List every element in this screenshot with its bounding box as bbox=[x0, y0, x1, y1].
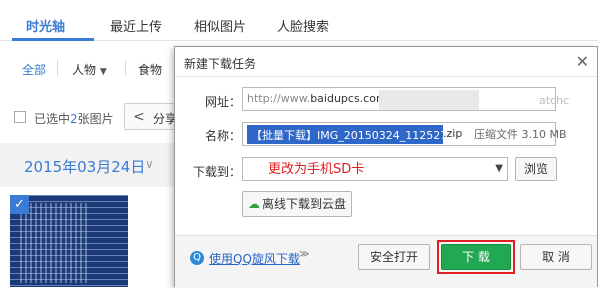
dialog-header: 新建下载任务 ✕ bbox=[175, 47, 597, 77]
chevron-down-icon[interactable]: ▼ bbox=[495, 163, 503, 174]
cloud-icon: ☁ bbox=[247, 197, 260, 211]
tab-face-search[interactable]: 人脸搜索 bbox=[277, 16, 329, 35]
url-prefix: http://www. bbox=[247, 92, 311, 105]
url-label: 网址： bbox=[205, 95, 242, 109]
url-tail: atchc bbox=[539, 94, 570, 107]
url-redacted-area bbox=[379, 90, 479, 110]
chevron-down-icon: ▼ bbox=[99, 67, 107, 77]
filter-separator bbox=[57, 60, 58, 76]
safe-open-button[interactable]: 安全打开 bbox=[358, 244, 430, 270]
date-group-title: 2015年03月24日 bbox=[24, 158, 146, 176]
selection-prefix: 已选中 bbox=[34, 112, 71, 126]
qq-download-link[interactable]: 使用QQ旋风下载 bbox=[209, 250, 300, 267]
chevron-down-icon[interactable]: ≫ bbox=[299, 249, 309, 260]
path-annotation: 更改为手机SD卡 bbox=[268, 162, 365, 177]
check-icon[interactable]: ✓ bbox=[10, 195, 29, 214]
cloud-button-label: 离线下载到云盘 bbox=[261, 197, 346, 211]
filter-separator bbox=[125, 60, 126, 76]
select-all-checkbox[interactable] bbox=[14, 111, 26, 123]
name-value: 【批量下载】IMG_20150324_112527等 bbox=[251, 129, 459, 142]
cancel-button[interactable]: 取 消 bbox=[520, 244, 592, 270]
selection-count: 2 bbox=[70, 112, 78, 126]
selection-suffix: 张图片 bbox=[77, 112, 114, 126]
name-extension: .zip bbox=[443, 127, 463, 140]
tab-timeline[interactable]: 时光轴 bbox=[26, 16, 65, 35]
download-dialog: 新建下载任务 ✕ 网址： http://www.baidupcs.com atc… bbox=[174, 46, 598, 288]
path-label: 下载到： bbox=[193, 165, 242, 179]
thumbnail-texture bbox=[20, 203, 90, 283]
selection-status: 已选中2张图片 bbox=[34, 110, 114, 127]
download-button[interactable]: 下 载 bbox=[441, 244, 511, 270]
share-icon: < bbox=[133, 109, 145, 125]
url-domain: baidupcs.com bbox=[310, 92, 387, 105]
name-label: 名称： bbox=[205, 129, 242, 143]
chevron-down-icon[interactable]: ∨ bbox=[145, 157, 154, 171]
close-icon[interactable]: ✕ bbox=[576, 52, 589, 71]
file-size-label: 压缩文件 3.10 MB bbox=[474, 128, 567, 141]
offline-cloud-download-button[interactable]: ☁ 离线下载到云盘 bbox=[242, 191, 352, 217]
url-value: http://www.baidupcs.com bbox=[247, 92, 387, 105]
qq-whirlwind-icon: Q bbox=[190, 251, 204, 265]
filter-all[interactable]: 全部 bbox=[22, 61, 46, 78]
filter-people[interactable]: 人物 ▼ bbox=[72, 61, 107, 78]
filter-people-label: 人物 bbox=[72, 63, 97, 77]
tab-recent-uploads[interactable]: 最近上传 bbox=[110, 16, 162, 35]
active-tab-indicator bbox=[12, 38, 94, 41]
dialog-title: 新建下载任务 bbox=[184, 57, 257, 71]
tab-similar-images[interactable]: 相似图片 bbox=[194, 16, 246, 35]
browse-button[interactable]: 浏览 bbox=[515, 157, 557, 181]
filter-food[interactable]: 食物 bbox=[138, 61, 162, 78]
